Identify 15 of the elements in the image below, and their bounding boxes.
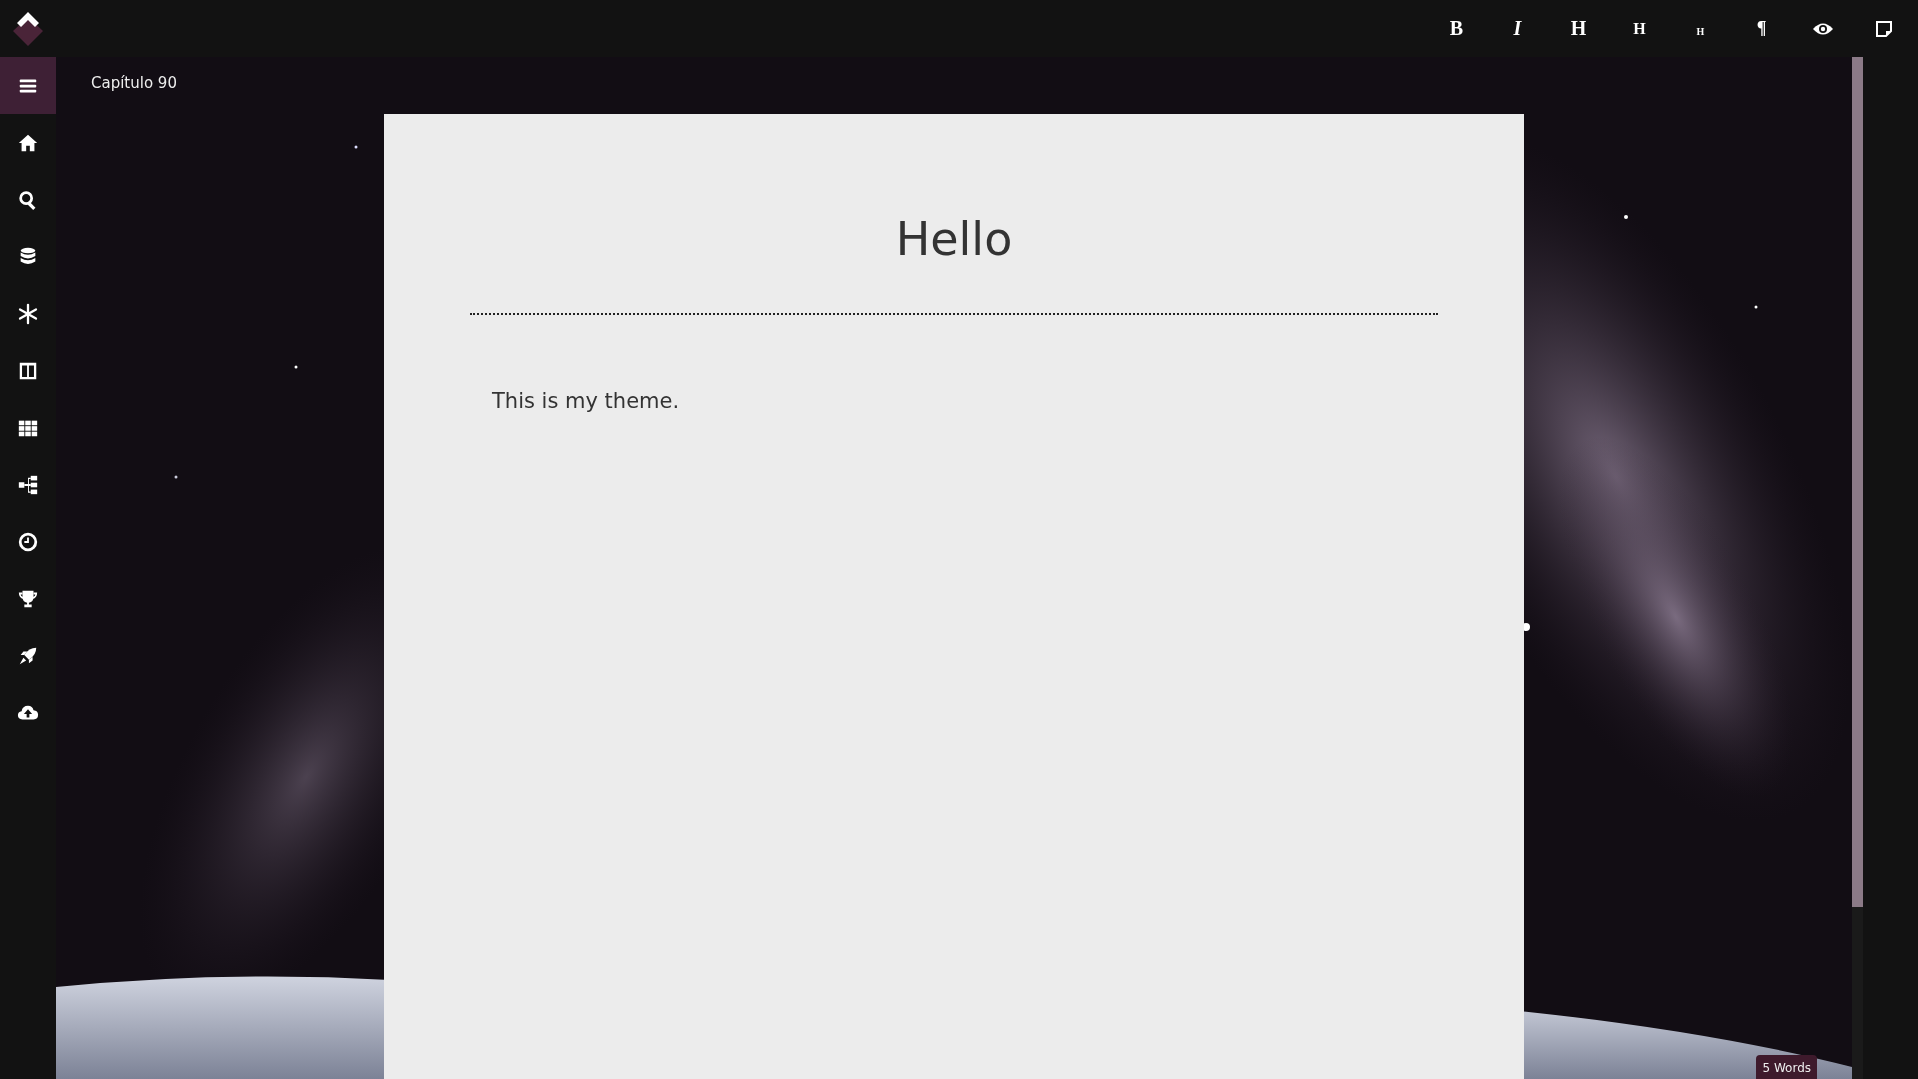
clock-icon	[17, 530, 39, 553]
scrollbar-thumb[interactable]	[1852, 57, 1863, 907]
sidebar-item[interactable]	[0, 57, 56, 114]
document-title: Hello	[894, 212, 1014, 268]
chapter-title: Capítulo 90	[90, 73, 177, 94]
format-button[interactable]: ¶	[1731, 8, 1792, 49]
format-button[interactable]: H	[1609, 8, 1670, 49]
word-count: 5 Words	[1756, 1055, 1817, 1079]
format-button[interactable]: H	[1548, 8, 1609, 49]
document-text: This is my theme.	[492, 389, 681, 414]
format-button[interactable]: B	[1426, 8, 1487, 49]
logo-icon[interactable]	[11, 10, 45, 47]
tree-icon	[17, 473, 39, 496]
format-button[interactable]: H	[1670, 8, 1731, 49]
format-button[interactable]: I	[1487, 8, 1548, 49]
